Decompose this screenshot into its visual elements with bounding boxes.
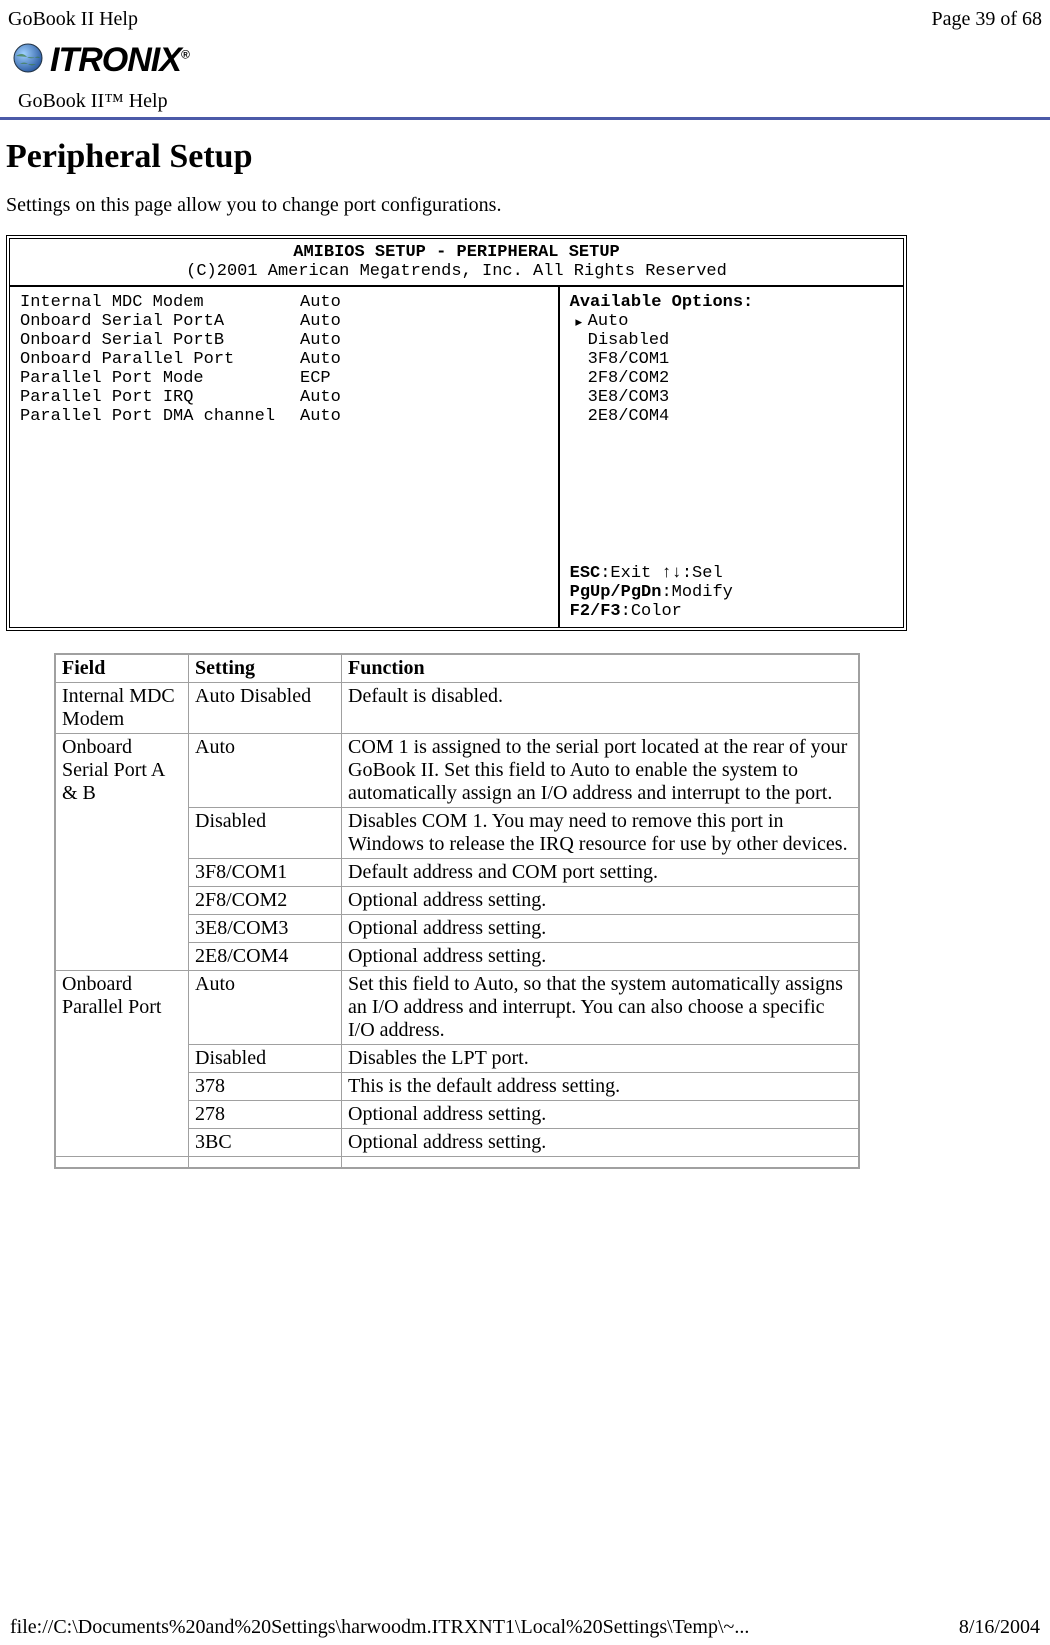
cell-setting: 3BC [189, 1129, 342, 1157]
doc-title: GoBook II Help [8, 8, 138, 31]
cell-setting: Disabled [189, 808, 342, 859]
option-item: Disabled [570, 331, 893, 350]
bios-footer-hints: ESC:Exit ↑↓:Sel PgUp/PgDn:Modify F2/F3:C… [570, 564, 893, 621]
bios-row: Parallel Port DMA channelAuto [20, 407, 548, 426]
cell-setting: 2F8/COM2 [189, 887, 342, 915]
option-item: 3F8/COM1 [570, 350, 893, 369]
cell-setting: Auto Disabled [189, 683, 342, 734]
cell-function: Disables COM 1. You may need to remove t… [342, 808, 860, 859]
cell-function: Default address and COM port setting. [342, 859, 860, 887]
page-footer: file://C:\Documents%20and%20Settings\har… [0, 1616, 1050, 1639]
page-header: GoBook II Help Page 39 of 68 [0, 0, 1050, 33]
cell-function: Default is disabled. [342, 683, 860, 734]
header-field: Field [55, 654, 189, 683]
bios-row: Onboard Serial PortAAuto [20, 312, 548, 331]
cell-function: Optional address setting. [342, 1101, 860, 1129]
option-item: ▸Auto [570, 312, 893, 331]
option-item: 3E8/COM3 [570, 388, 893, 407]
logo-block: ITRONIX® [0, 33, 1050, 84]
cell-function: Optional address setting. [342, 1129, 860, 1157]
cell-field [55, 1157, 189, 1169]
file-path: file://C:\Documents%20and%20Settings\har… [10, 1616, 749, 1639]
cell-setting: 378 [189, 1073, 342, 1101]
logo-text: ITRONIX® [50, 41, 189, 80]
cell-function: COM 1 is assigned to the serial port loc… [342, 734, 860, 808]
table-row: Onboard Parallel Port Auto Set this fiel… [55, 971, 859, 1045]
bios-row: Internal MDC ModemAuto [20, 293, 548, 312]
cell-setting: 3F8/COM1 [189, 859, 342, 887]
table-row: Onboard Serial Port A & B Auto COM 1 is … [55, 734, 859, 808]
bios-copyright: (C)2001 American Megatrends, Inc. All Ri… [18, 262, 895, 281]
option-item: 2F8/COM2 [570, 369, 893, 388]
settings-table: Field Setting Function Internal MDC Mode… [54, 653, 860, 1169]
bios-screenshot: AMIBIOS SETUP - PERIPHERAL SETUP (C)2001… [6, 235, 1050, 631]
bios-row: Onboard Parallel PortAuto [20, 350, 548, 369]
table-row: Internal MDC Modem Auto Disabled Default… [55, 683, 859, 734]
cell-setting: 2E8/COM4 [189, 943, 342, 971]
cell-field: Onboard Serial Port A & B [55, 734, 189, 971]
print-date: 8/16/2004 [959, 1616, 1040, 1639]
pointer-icon: ▸ [574, 312, 584, 333]
cell-setting: Auto [189, 734, 342, 808]
cell-setting: 278 [189, 1101, 342, 1129]
cell-setting: 3E8/COM3 [189, 915, 342, 943]
divider [0, 117, 1050, 120]
cell-function: Set this field to Auto, so that the syst… [342, 971, 860, 1045]
page-indicator: Page 39 of 68 [931, 8, 1042, 31]
cell-function: Optional address setting. [342, 915, 860, 943]
header-function: Function [342, 654, 860, 683]
cell-field: Onboard Parallel Port [55, 971, 189, 1157]
cell-setting: Disabled [189, 1045, 342, 1073]
cell-function [342, 1157, 860, 1169]
help-label: GoBook II™ Help [0, 84, 1050, 117]
bios-row: Onboard Serial PortBAuto [20, 331, 548, 350]
bios-title: AMIBIOS SETUP - PERIPHERAL SETUP [18, 243, 895, 262]
bios-row: Parallel Port IRQAuto [20, 388, 548, 407]
cell-function: Disables the LPT port. [342, 1045, 860, 1073]
cell-setting: Auto [189, 971, 342, 1045]
table-row [55, 1157, 859, 1169]
cell-function: Optional address setting. [342, 887, 860, 915]
cell-setting [189, 1157, 342, 1169]
page-title: Peripheral Setup [6, 138, 1050, 176]
cell-function: Optional address setting. [342, 943, 860, 971]
cell-function: This is the default address setting. [342, 1073, 860, 1101]
bios-settings-pane: Internal MDC ModemAuto Onboard Serial Po… [10, 287, 560, 627]
table-header-row: Field Setting Function [55, 654, 859, 683]
globe-icon [12, 42, 44, 80]
option-item: 2E8/COM4 [570, 407, 893, 426]
intro-text: Settings on this page allow you to chang… [6, 194, 1050, 217]
cell-field: Internal MDC Modem [55, 683, 189, 734]
header-setting: Setting [189, 654, 342, 683]
bios-options-pane: Available Options: ▸Auto Disabled 3F8/CO… [560, 287, 903, 627]
bios-row: Parallel Port ModeECP [20, 369, 548, 388]
options-header: Available Options: [570, 293, 893, 312]
